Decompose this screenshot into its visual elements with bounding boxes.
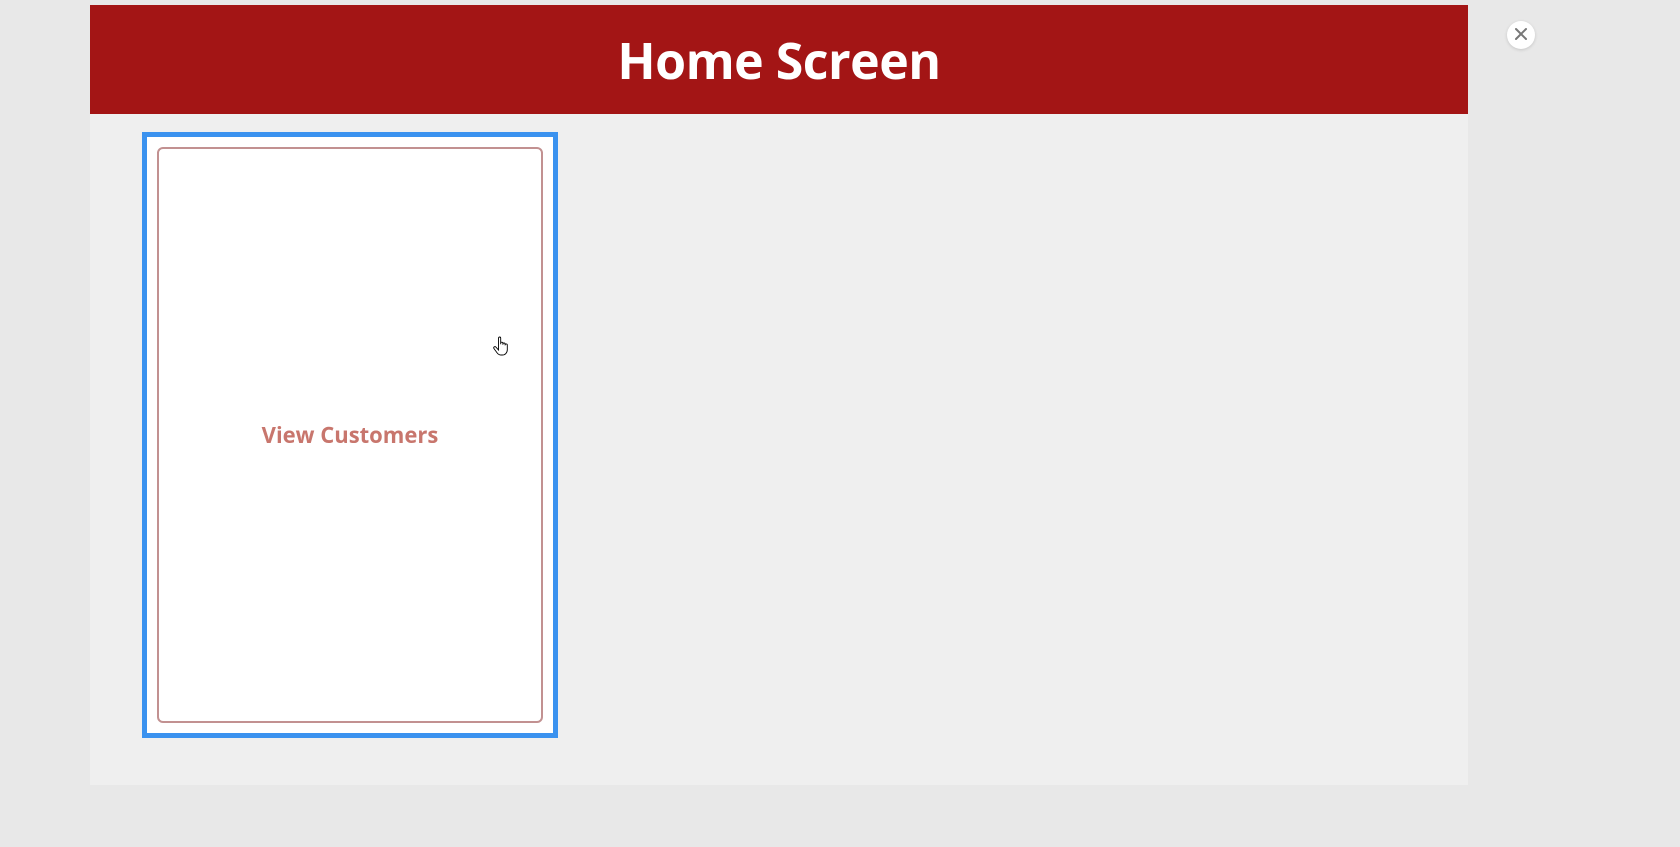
view-customers-card[interactable]: View Customers bbox=[142, 132, 558, 738]
page-title: Home Screen bbox=[617, 26, 940, 94]
main-container: Home Screen View Customers bbox=[90, 5, 1468, 785]
close-icon bbox=[1514, 24, 1528, 46]
card-label: View Customers bbox=[262, 420, 439, 450]
content-area: View Customers bbox=[90, 114, 1468, 756]
header-bar: Home Screen bbox=[90, 5, 1468, 114]
close-button[interactable] bbox=[1507, 21, 1535, 49]
card-inner: View Customers bbox=[157, 147, 543, 723]
